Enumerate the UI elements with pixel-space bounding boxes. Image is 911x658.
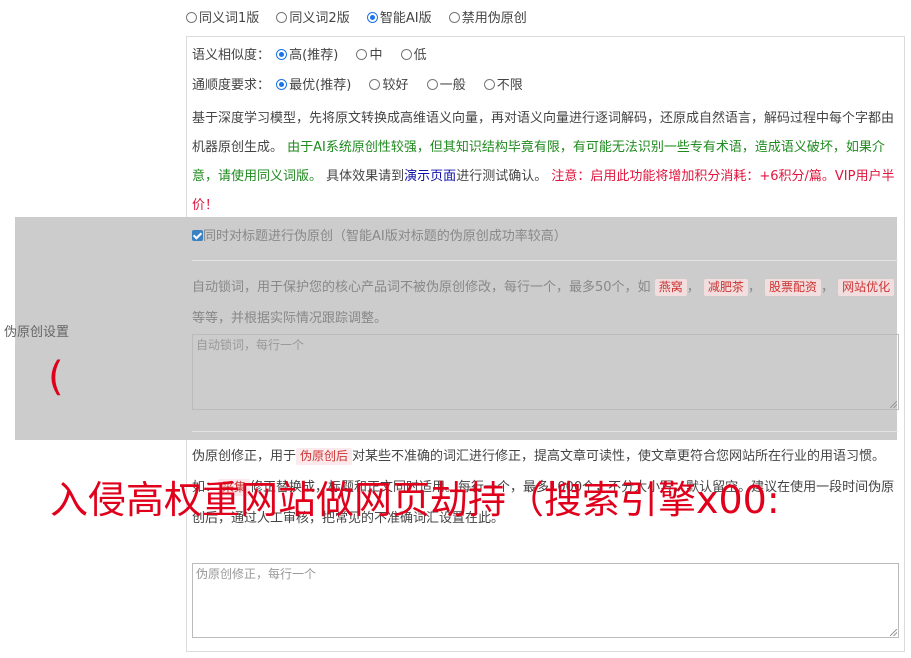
resize-handle-icon[interactable] — [890, 401, 897, 408]
version-option-synonym1[interactable]: 同义词1版 — [186, 10, 259, 28]
side-label: 伪原创设置 — [4, 325, 70, 340]
similarity-option-low[interactable]: 低 — [400, 46, 427, 66]
similarity-option-high[interactable]: 高(推荐) — [276, 46, 338, 66]
example-tag: 燕窝 — [654, 279, 687, 296]
correction-placeholder: 伪原创修正，每行一个 — [196, 567, 317, 581]
lock-words-description: 自动锁词，用于保护您的核心产品词不被伪原创修改，每行一个，最多50个，如 燕窝，… — [192, 272, 898, 334]
lock-words-desc-prefix: 自动锁词，用于保护您的核心产品词不被伪原创修改，每行一个，最多50个，如 — [192, 280, 651, 295]
test-prefix: 具体效果请到 — [326, 169, 405, 184]
ai-description: 基于深度学习模型，先将原文转换成高维语义向量，再对语义向量进行逐词解码，还原成自… — [192, 104, 898, 220]
correction-prefix: 伪原创修正，用于 — [192, 449, 297, 464]
radio-icon[interactable] — [400, 49, 412, 60]
radio-icon[interactable] — [276, 12, 288, 23]
radio-selected-icon[interactable] — [276, 79, 288, 90]
fluency-row: 通顺度要求： 最优(推荐) 较好 一般 不限 — [192, 76, 537, 96]
divider — [192, 260, 898, 261]
correction-textarea[interactable]: 伪原创修正，每行一个 — [192, 563, 899, 638]
similarity-label: 语义相似度： — [192, 48, 271, 63]
example-tag: 减肥茶 — [703, 279, 748, 296]
title-rewrite-checkbox-row[interactable]: 同时对标题进行伪原创（智能AI版对标题的伪原创成功率较高） — [192, 228, 567, 246]
lock-words-desc-suffix: 等等，并根据实际情况跟踪调整。 — [192, 311, 388, 326]
radio-icon[interactable] — [448, 12, 460, 23]
divider — [192, 431, 898, 432]
fluency-label: 通顺度要求： — [192, 78, 271, 93]
version-option-disable[interactable]: 禁用伪原创 — [448, 10, 527, 28]
lock-words-placeholder: 自动锁词，每行一个 — [196, 338, 305, 352]
radio-icon[interactable] — [483, 79, 495, 90]
fluency-option-good[interactable]: 较好 — [369, 76, 408, 96]
fluency-option-unlimited[interactable]: 不限 — [483, 76, 523, 96]
radio-icon[interactable] — [369, 79, 381, 90]
resize-handle-icon[interactable] — [890, 629, 897, 636]
correction-tag: 伪原创后 — [296, 448, 353, 465]
radio-selected-icon[interactable] — [276, 49, 288, 60]
version-radio-group: 同义词1版 同义词2版 智能AI版 禁用伪原创 — [186, 10, 540, 28]
similarity-option-medium[interactable]: 中 — [356, 46, 382, 66]
example-tag: 网站优化 — [838, 279, 895, 296]
title-rewrite-label: 同时对标题进行伪原创（智能AI版对标题的伪原创成功率较高） — [203, 229, 567, 244]
fluency-option-normal[interactable]: 一般 — [426, 76, 466, 96]
test-suffix: 进行测试确认。 — [456, 169, 548, 184]
lock-words-textarea[interactable]: 自动锁词，每行一个 — [192, 334, 899, 410]
similarity-row: 语义相似度： 高(推荐) 中 低 — [192, 46, 441, 66]
paren-glyph: ( — [48, 354, 64, 400]
spam-watermark-text: 入侵高权重网站做网页劫持（搜索引擎x00: — [50, 478, 780, 522]
demo-page-link[interactable]: 演示页面 — [404, 169, 456, 184]
example-tag: 股票配资 — [765, 279, 822, 296]
radio-icon[interactable] — [356, 49, 368, 60]
version-option-synonym2[interactable]: 同义词2版 — [276, 10, 350, 28]
checkbox-checked-icon[interactable] — [192, 230, 203, 241]
radio-selected-icon[interactable] — [366, 12, 378, 23]
radio-icon[interactable] — [426, 79, 438, 90]
radio-icon[interactable] — [186, 12, 197, 23]
version-option-ai[interactable]: 智能AI版 — [366, 10, 432, 28]
fluency-option-best[interactable]: 最优(推荐) — [276, 76, 351, 96]
